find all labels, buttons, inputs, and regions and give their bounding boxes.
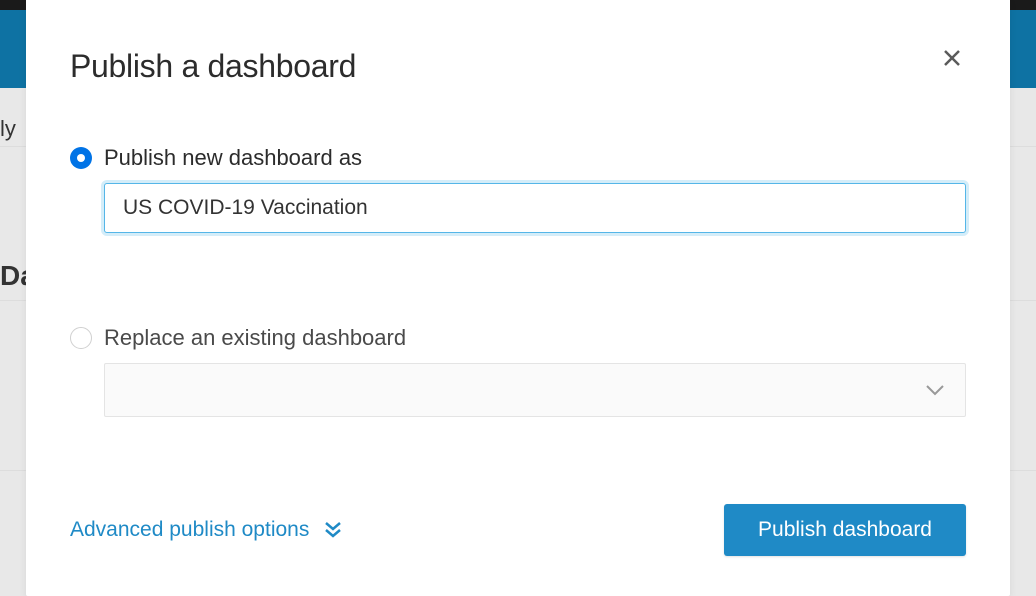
bg-partial-text-1: ly	[0, 116, 16, 142]
radio-new-dashboard[interactable]	[70, 147, 92, 169]
existing-dashboard-select[interactable]	[104, 363, 966, 417]
dashboard-name-input[interactable]	[104, 183, 966, 233]
advanced-options-toggle[interactable]: Advanced publish options	[70, 518, 343, 542]
close-icon	[943, 49, 961, 67]
radio-label-replace: Replace an existing dashboard	[104, 325, 406, 351]
double-chevron-down-icon	[323, 520, 343, 540]
option-replace-section: Replace an existing dashboard	[70, 325, 966, 417]
radio-label-new: Publish new dashboard as	[104, 145, 362, 171]
close-button[interactable]	[938, 44, 966, 72]
modal-title: Publish a dashboard	[70, 48, 356, 85]
advanced-options-label: Advanced publish options	[70, 518, 309, 542]
chevron-down-icon	[925, 384, 945, 396]
publish-dashboard-modal: Publish a dashboard Publish new dashboar…	[26, 0, 1010, 596]
radio-row-new: Publish new dashboard as	[70, 145, 966, 171]
option-new-section: Publish new dashboard as	[70, 145, 966, 233]
radio-row-replace: Replace an existing dashboard	[70, 325, 966, 351]
publish-button[interactable]: Publish dashboard	[724, 504, 966, 556]
modal-footer: Advanced publish options Publish dashboa…	[70, 504, 966, 556]
radio-replace-dashboard[interactable]	[70, 327, 92, 349]
modal-header: Publish a dashboard	[70, 48, 966, 85]
